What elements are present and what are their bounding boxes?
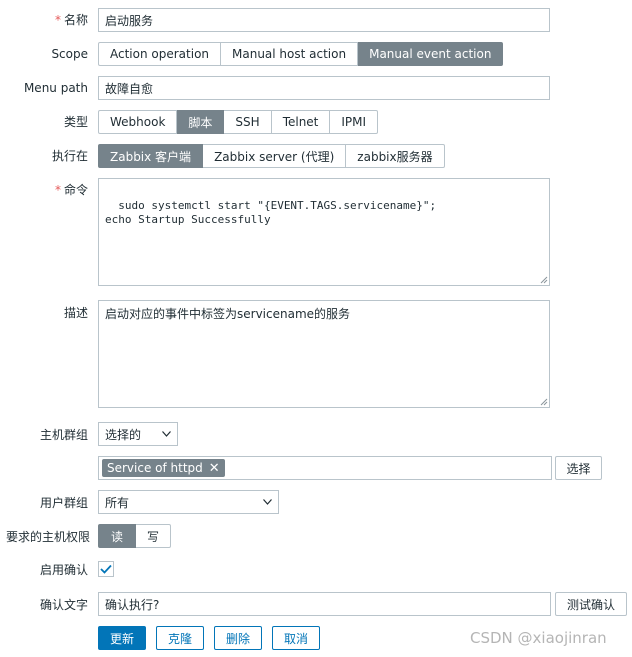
execute-on-option-server-proxy[interactable]: Zabbix server (代理) — [203, 144, 347, 168]
test-confirm-button[interactable]: 测试确认 — [555, 592, 627, 616]
host-permission-option-write[interactable]: 写 — [136, 524, 172, 548]
execute-on-segmented-control: Zabbix 客户端 Zabbix server (代理) zabbix服务器 — [98, 144, 445, 168]
host-permission-segmented-control: 读 写 — [98, 524, 172, 548]
type-option-script[interactable]: 脚本 — [177, 110, 225, 134]
scope-option-manual-host-action[interactable]: Manual host action — [221, 42, 359, 66]
name-input[interactable]: 启动服务 — [98, 8, 550, 32]
confirm-text-label: 确认文字 — [39, 598, 88, 612]
host-permission-option-read[interactable]: 读 — [98, 524, 137, 548]
type-option-ssh[interactable]: SSH — [224, 110, 272, 134]
scope-segmented-control: Action operation Manual host action Manu… — [98, 42, 504, 66]
host-group-select-button[interactable]: 选择 — [555, 456, 602, 480]
host-group-label: 主机群组 — [39, 428, 88, 442]
clone-button[interactable]: 克隆 — [156, 626, 204, 650]
remove-tag-icon[interactable]: ✕ — [209, 461, 220, 476]
type-segmented-control: Webhook 脚本 SSH Telnet IPMI — [98, 110, 379, 134]
chevron-down-icon — [263, 499, 272, 505]
user-group-label: 用户群组 — [39, 496, 88, 510]
host-group-select[interactable]: 选择的 — [98, 422, 178, 446]
host-group-multiselect[interactable]: Service of httpd ✕ — [98, 456, 552, 480]
execute-on-option-server[interactable]: zabbix服务器 — [346, 144, 445, 168]
user-group-select[interactable]: 所有 — [98, 490, 279, 514]
scope-label: Scope — [51, 47, 88, 61]
resize-handle-icon[interactable] — [540, 398, 548, 406]
chevron-down-icon — [162, 431, 171, 437]
update-button[interactable]: 更新 — [98, 626, 146, 650]
enable-confirm-checkbox[interactable] — [98, 561, 114, 577]
cancel-button[interactable]: 取消 — [272, 626, 320, 650]
command-label: * 命令 — [54, 183, 88, 197]
host-permission-label: 要求的主机权限 — [5, 530, 90, 544]
host-group-tag: Service of httpd ✕ — [102, 459, 225, 477]
menu-path-input[interactable]: 故障自愈 — [98, 76, 550, 100]
name-label: * 名称 — [54, 13, 88, 27]
type-option-webhook[interactable]: Webhook — [98, 110, 178, 134]
checkmark-icon — [100, 564, 112, 574]
type-label: 类型 — [63, 115, 88, 129]
command-text: sudo systemctl start "{EVENT.TAGS.servic… — [105, 199, 437, 226]
watermark: CSDN @xiaojinran — [470, 629, 607, 647]
scope-option-manual-event-action[interactable]: Manual event action — [358, 42, 504, 66]
menu-path-label: Menu path — [23, 81, 88, 95]
enable-confirm-label: 启用确认 — [39, 563, 88, 577]
command-textarea[interactable]: sudo systemctl start "{EVENT.TAGS.servic… — [98, 178, 550, 286]
scope-option-action-operation[interactable]: Action operation — [98, 42, 222, 66]
confirm-text-input[interactable]: 确认执行? — [98, 592, 551, 616]
description-textarea[interactable]: 启动对应的事件中标签为servicename的服务 — [98, 300, 550, 408]
description-text: 启动对应的事件中标签为servicename的服务 — [105, 307, 351, 321]
execute-on-option-agent[interactable]: Zabbix 客户端 — [98, 144, 204, 168]
type-option-telnet[interactable]: Telnet — [271, 110, 331, 134]
description-label: 描述 — [63, 306, 88, 320]
delete-button[interactable]: 删除 — [214, 626, 262, 650]
execute-on-label: 执行在 — [51, 149, 88, 163]
resize-handle-icon[interactable] — [540, 276, 548, 284]
type-option-ipmi[interactable]: IPMI — [330, 110, 379, 134]
